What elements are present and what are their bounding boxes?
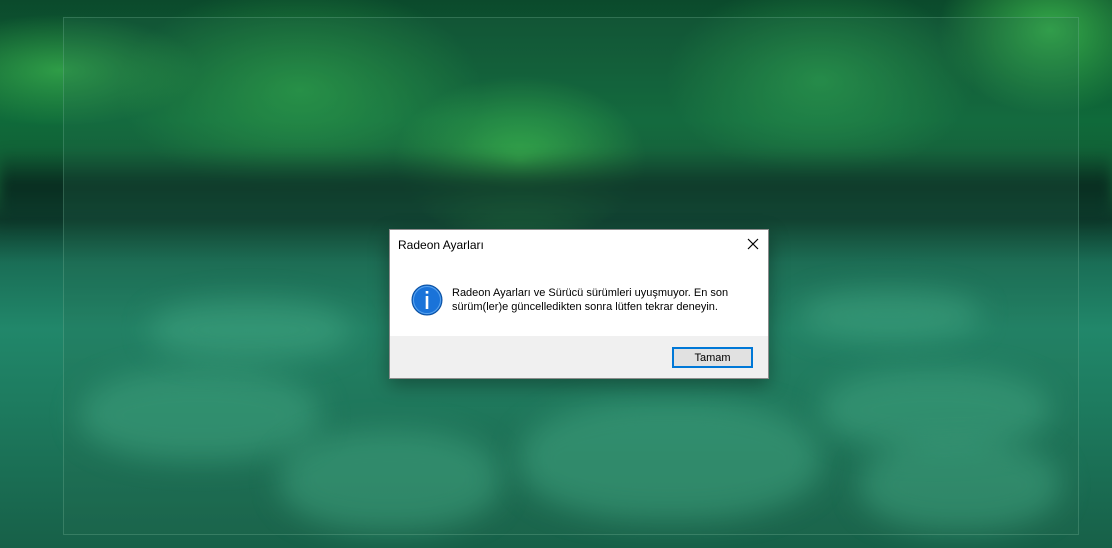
desktop-background: Radeon Ayarları Radeon Ayarları ve Sürüc… bbox=[0, 0, 1112, 548]
close-button[interactable] bbox=[738, 230, 768, 258]
dialog-message: Radeon Ayarları ve Sürücü sürümleri uyuş… bbox=[452, 287, 729, 313]
close-icon bbox=[747, 238, 759, 250]
dialog-title: Radeon Ayarları bbox=[398, 238, 484, 252]
info-icon bbox=[411, 284, 443, 316]
dialog-footer: Tamam bbox=[390, 336, 768, 378]
dialog-body: Radeon Ayarları ve Sürücü sürümleri uyuş… bbox=[390, 258, 768, 338]
dialog-titlebar[interactable]: Radeon Ayarları bbox=[390, 230, 768, 258]
ok-button[interactable]: Tamam bbox=[672, 347, 753, 368]
message-dialog: Radeon Ayarları Radeon Ayarları ve Sürüc… bbox=[389, 229, 769, 379]
